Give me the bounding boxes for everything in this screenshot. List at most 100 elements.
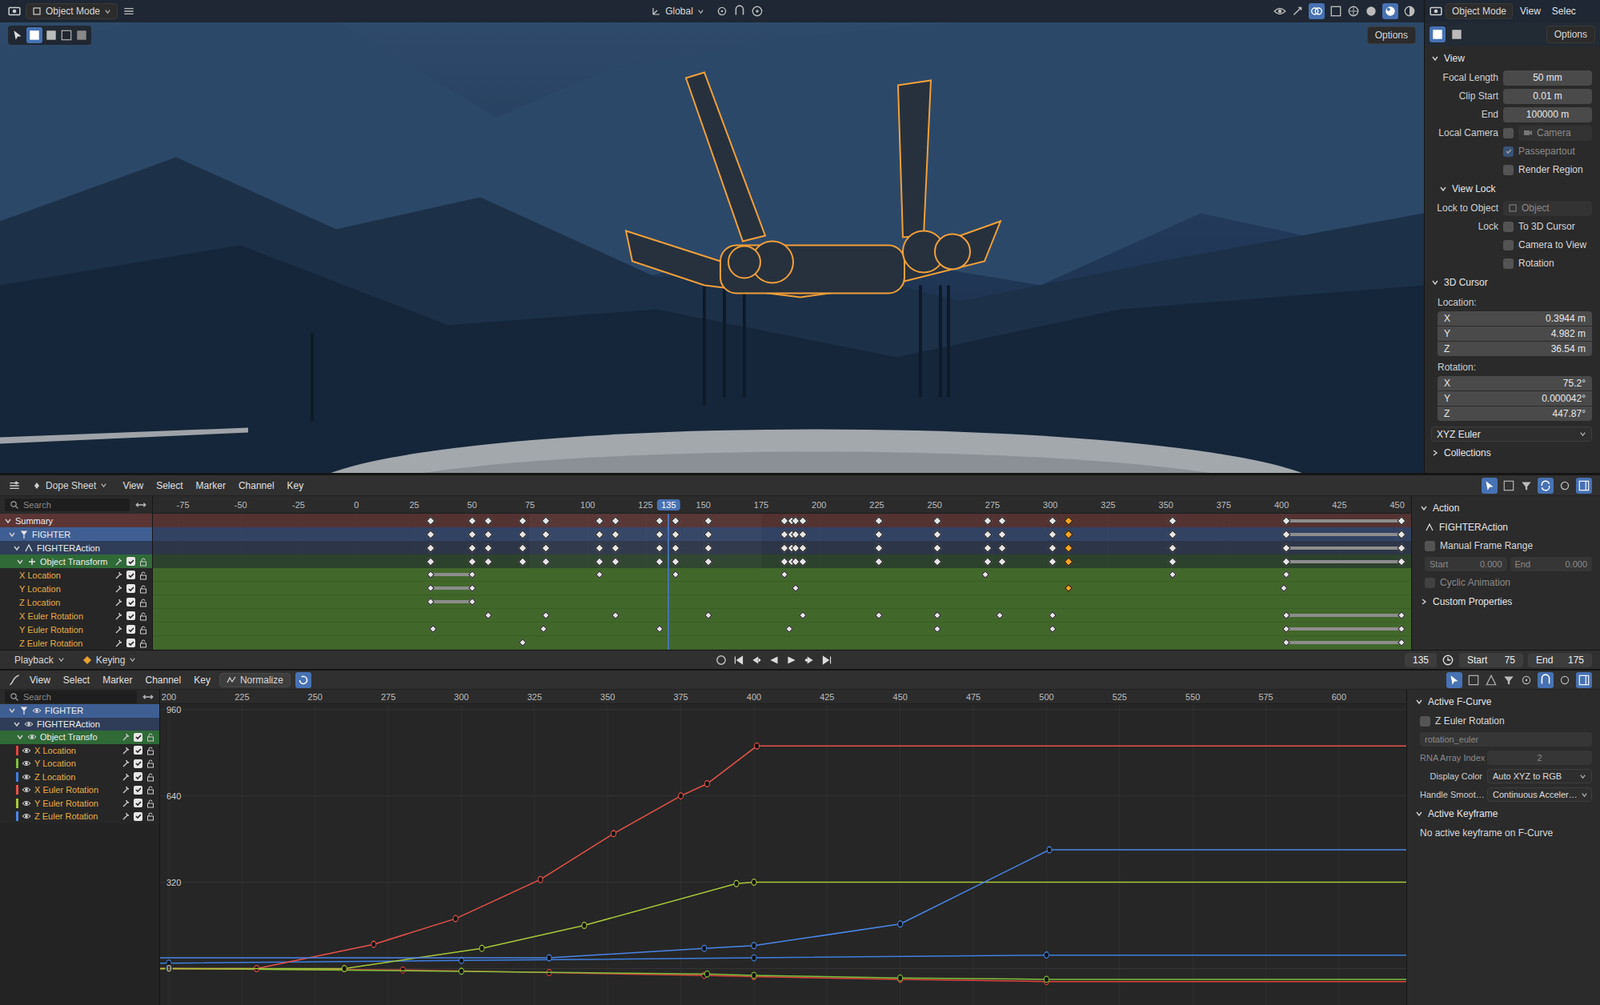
select-extend-icon[interactable] bbox=[44, 28, 58, 42]
keyframe[interactable] bbox=[426, 597, 435, 606]
keyframe[interactable] bbox=[932, 543, 942, 553]
keyframe[interactable] bbox=[483, 557, 493, 566]
channel-row[interactable]: Z Location bbox=[0, 770, 160, 785]
keyframe[interactable] bbox=[1281, 529, 1291, 539]
channel-row[interactable]: Y Euler Rotation bbox=[0, 797, 160, 811]
keyframe[interactable] bbox=[1047, 516, 1057, 526]
enable-checkbox[interactable] bbox=[126, 611, 136, 621]
visibility-eye-icon[interactable] bbox=[21, 785, 32, 795]
enable-checkbox[interactable] bbox=[133, 733, 143, 742]
fcurve[interactable] bbox=[160, 742, 1407, 972]
keyframe[interactable] bbox=[610, 516, 620, 526]
enable-checkbox[interactable] bbox=[133, 798, 143, 808]
lock-icon[interactable] bbox=[145, 785, 156, 795]
channel-row[interactable]: FIGHTERAction bbox=[0, 541, 153, 555]
modifier-wrench-icon[interactable] bbox=[120, 798, 131, 809]
curve-line[interactable] bbox=[160, 882, 1407, 970]
keyframe[interactable] bbox=[932, 529, 942, 539]
menu-icon[interactable] bbox=[122, 4, 136, 18]
rendered-shading-icon[interactable] bbox=[1403, 4, 1416, 18]
swap-icon[interactable] bbox=[141, 690, 155, 704]
xray-icon[interactable] bbox=[1329, 4, 1343, 18]
keyframe[interactable] bbox=[983, 516, 993, 526]
modifier-wrench-icon[interactable] bbox=[120, 785, 131, 795]
keyframe[interactable] bbox=[541, 516, 551, 526]
active-fcurve-header[interactable]: Active F-Curve bbox=[1415, 693, 1592, 711]
curve-keyframe[interactable] bbox=[751, 954, 757, 962]
normalize-toggle[interactable]: Normalize bbox=[219, 673, 291, 688]
channel-row[interactable]: X Euler Rotation bbox=[0, 609, 153, 623]
enable-checkbox[interactable] bbox=[126, 625, 136, 634]
keyframe[interactable] bbox=[874, 543, 884, 553]
keyframe[interactable] bbox=[933, 625, 942, 634]
keyframe[interactable] bbox=[1279, 584, 1288, 593]
menu-item[interactable]: View bbox=[118, 478, 148, 494]
menu-item[interactable]: Selec bbox=[1547, 4, 1580, 19]
menu-item[interactable]: Select bbox=[59, 673, 94, 688]
keyframe[interactable] bbox=[654, 543, 664, 553]
jump-start-icon[interactable] bbox=[732, 653, 746, 667]
expand-icon[interactable] bbox=[12, 544, 21, 553]
keyframe[interactable] bbox=[483, 543, 493, 553]
keyframe[interactable] bbox=[1281, 516, 1291, 526]
curve-keyframe[interactable] bbox=[751, 879, 757, 887]
channel-row[interactable]: Object Transfo bbox=[0, 730, 160, 745]
only-selected-toggle[interactable] bbox=[1481, 477, 1498, 494]
pivot-icon[interactable] bbox=[1519, 673, 1533, 687]
keyframe[interactable] bbox=[610, 557, 620, 566]
keyframe[interactable] bbox=[518, 516, 528, 526]
keyframe[interactable] bbox=[1064, 543, 1074, 553]
channel-row[interactable]: Y Location bbox=[0, 757, 160, 771]
visibility-eye-icon[interactable] bbox=[21, 811, 32, 822]
number-field[interactable]: 50 mm bbox=[1503, 70, 1592, 86]
curve-line[interactable] bbox=[160, 955, 1407, 964]
keyframe[interactable] bbox=[933, 611, 942, 620]
keyframe[interactable] bbox=[797, 529, 807, 539]
lock-icon[interactable] bbox=[138, 584, 149, 594]
keyframe[interactable] bbox=[874, 557, 884, 566]
curve-keyframe[interactable] bbox=[704, 781, 710, 788]
modifier-wrench-icon[interactable] bbox=[113, 611, 124, 622]
view-section-header[interactable]: View bbox=[1431, 49, 1592, 68]
frame-ruler[interactable]: 2002252502753003253503754004254504755005… bbox=[160, 689, 1407, 705]
keyframe[interactable] bbox=[997, 543, 1007, 553]
number-field[interactable]: 100000 m bbox=[1503, 107, 1592, 123]
proportional-icon[interactable] bbox=[1558, 673, 1572, 687]
select-extend-icon[interactable] bbox=[1450, 28, 1464, 41]
fcurve[interactable] bbox=[160, 846, 1407, 962]
view-lock-header[interactable]: View Lock bbox=[1431, 180, 1592, 198]
select-intersect-icon[interactable] bbox=[75, 28, 89, 42]
vector-field[interactable]: Z36.54 m bbox=[1437, 341, 1592, 357]
channel-search[interactable]: Search bbox=[4, 498, 130, 512]
keyframe[interactable] bbox=[518, 638, 527, 647]
keyframe[interactable] bbox=[594, 529, 604, 539]
keyframe[interactable] bbox=[518, 529, 528, 539]
curve-keyframe[interactable] bbox=[453, 915, 458, 923]
curve-keyframe[interactable] bbox=[704, 970, 710, 978]
filter-icon[interactable] bbox=[1519, 479, 1533, 493]
keyframe[interactable] bbox=[468, 570, 477, 579]
channel-row[interactable]: X Location bbox=[0, 744, 160, 758]
menu-item[interactable]: Key bbox=[189, 673, 215, 688]
channel-row[interactable]: Summary bbox=[0, 513, 153, 528]
start-field[interactable]: Start0.000 bbox=[1424, 557, 1508, 572]
keyframe[interactable] bbox=[1047, 543, 1057, 553]
current-frame-badge[interactable]: 135 bbox=[657, 499, 680, 511]
select-box-toggle[interactable] bbox=[26, 27, 43, 44]
options-button[interactable]: Options bbox=[1546, 25, 1596, 44]
enable-checkbox[interactable] bbox=[126, 570, 136, 580]
keyframe[interactable] bbox=[1168, 557, 1178, 566]
editor-type-icon[interactable] bbox=[8, 673, 21, 687]
keyframe[interactable] bbox=[997, 529, 1007, 539]
play-reverse-icon[interactable] bbox=[767, 653, 781, 667]
channel-row[interactable]: X Location bbox=[0, 568, 153, 582]
curve-chart[interactable] bbox=[160, 704, 1407, 1005]
visibility-eye-icon[interactable] bbox=[21, 772, 32, 782]
channel-row[interactable]: Y Location bbox=[0, 581, 153, 596]
checkbox[interactable] bbox=[1503, 221, 1514, 233]
keyframe[interactable] bbox=[997, 557, 1007, 566]
keyframe[interactable] bbox=[539, 625, 548, 634]
rna-index-field[interactable]: 2 bbox=[1487, 750, 1592, 766]
curve-plot[interactable]: 9606403200 bbox=[160, 704, 1407, 1005]
play-icon[interactable] bbox=[785, 653, 798, 667]
